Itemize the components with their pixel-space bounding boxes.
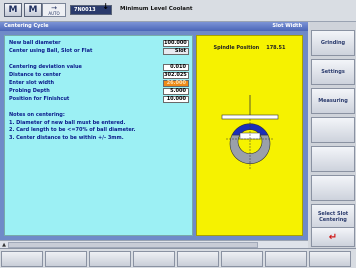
param-label: Position for Finishcut [9,96,70,102]
empty-softkey-5[interactable] [311,146,355,172]
program-name-field[interactable]: 7N0013 ↓ [70,2,112,15]
note-line: 3. Center distance to be within +/- 3mm. [9,134,124,141]
cnc-screen: M M → AUTO 7N0013 ↓ Minimum Level Coolan… [0,0,356,268]
probe-bar [221,114,279,120]
param-label: Distance to center [9,72,61,78]
spindle-position: Spindle Position 178.51 [196,45,303,51]
param-input-selected[interactable]: 26.000 [163,80,189,87]
program-name: 7N0013 [74,7,96,13]
cycle-title: Centering Cycle [4,23,49,29]
auto-mode-indicator[interactable]: → AUTO [42,3,66,17]
machine-button[interactable]: M [4,3,22,17]
param-row: Center using Ball, Slot or Flat Slot [9,48,189,55]
top-status-bar: M M → AUTO 7N0013 ↓ Minimum Level Coolan… [0,0,356,22]
horizontal-softkey-2[interactable] [45,251,87,267]
note-line: 1. Diameter of new ball must be entered. [9,119,126,126]
horizontal-softkey-7[interactable] [265,251,307,267]
param-select[interactable]: Slot [163,48,189,55]
param-input[interactable]: 100.000 [163,40,189,47]
param-label: Probing Depth [9,88,50,94]
horizontal-softkey-1[interactable] [1,251,43,267]
horizontal-softkey-6[interactable] [221,251,263,267]
horizontal-softkey-3[interactable] [89,251,131,267]
param-label: New ball diameter [9,40,61,46]
slot-centering-diagram [221,95,279,169]
param-row: Position for Finishcut 10.000 [9,96,189,103]
param-row: Distance to center 302.025 [9,72,189,79]
centering-notes: Notes on centering: 1. Diameter of new b… [9,112,135,142]
cycle-mode: Slot Width [272,23,302,29]
auto-label: AUTO [48,11,60,16]
status-title: Minimum Level Coolant [120,6,193,12]
horizontal-softkey-8[interactable] [309,251,351,267]
param-label: Enter slot width [9,80,55,86]
exit-icon[interactable]: ↵ [311,227,355,247]
main-content: New ball diameter 100.000 Center using B… [0,31,308,240]
note-line: 2. Card length to be <=70% of ball diame… [9,127,136,133]
measuring-button[interactable]: Measuring [311,88,355,114]
vertical-softkey-bar: Grinding Settings Measuring Select Slot … [310,22,356,248]
horizontal-softkey-4[interactable] [133,251,175,267]
parameter-panel: New ball diameter 100.000 Center using B… [4,35,193,236]
param-row: New ball diameter 100.000 [9,40,189,47]
empty-softkey-6[interactable] [311,175,355,201]
horizontal-softkey-bar [0,248,356,268]
horizontal-scrollbar[interactable]: ▲ [0,240,308,248]
notes-title: Notes on centering: [9,112,65,118]
horizontal-softkey-5[interactable] [177,251,219,267]
param-input[interactable]: 5.000 [163,88,189,95]
grinding-button[interactable]: Grinding [311,30,355,56]
machine-button-2[interactable]: M [24,3,42,17]
spindle-value: 178.51 [266,45,286,51]
settings-button[interactable]: Settings [311,59,355,85]
cursor-icon: ↓ [102,2,109,11]
param-label: Center using Ball, Slot or Flat [9,48,93,54]
param-input[interactable]: 10.000 [163,96,189,103]
empty-softkey-4[interactable] [311,117,355,143]
param-input[interactable]: 0.010 [163,64,189,71]
spindle-label: Spindle Position [213,45,260,51]
param-label: Centering deviation value [9,64,82,70]
param-row: Centering deviation value 0.010 [9,64,189,71]
param-row: Probing Depth 5.000 [9,88,189,95]
param-row: Enter slot width 26.000 [9,80,189,87]
param-input[interactable]: 302.025 [163,72,189,79]
cycle-header: Centering Cycle Slot Width [0,22,308,31]
